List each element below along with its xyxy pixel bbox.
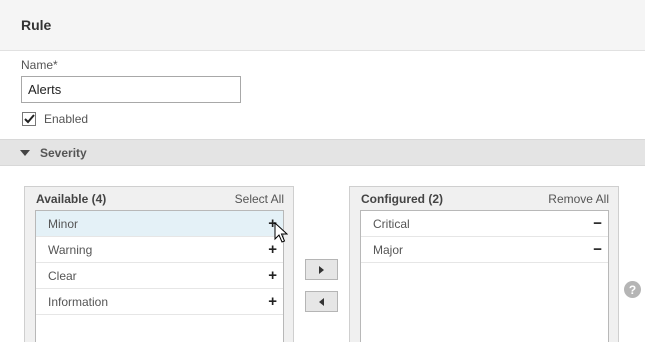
enabled-checkbox[interactable] <box>22 111 36 126</box>
remove-icon[interactable]: − <box>593 242 602 257</box>
list-item-label: Warning <box>48 242 93 257</box>
add-icon[interactable]: + <box>268 216 277 231</box>
list-item[interactable]: Major − <box>361 237 608 263</box>
arrow-left-icon <box>319 297 324 306</box>
section-title: Severity <box>40 145 87 160</box>
list-item[interactable]: Minor + <box>36 211 283 237</box>
severity-section-header[interactable]: Severity <box>0 139 645 166</box>
list-item-label: Information <box>48 294 109 309</box>
add-icon[interactable]: + <box>268 268 277 283</box>
name-field-label: Name* <box>21 58 58 72</box>
list-item[interactable]: Warning + <box>36 237 283 263</box>
remove-all-link[interactable]: Remove All <box>548 192 609 206</box>
enabled-label: Enabled <box>44 111 89 126</box>
configured-panel: Configured (2) Remove All Critical − Maj… <box>349 186 619 342</box>
checkmark-icon <box>23 113 35 123</box>
configured-title: Configured (2) <box>361 192 443 206</box>
add-icon[interactable]: + <box>268 242 277 257</box>
available-title: Available (4) <box>36 192 107 206</box>
list-item[interactable]: Information + <box>36 289 283 315</box>
arrow-right-icon <box>319 265 324 274</box>
remove-icon[interactable]: − <box>593 216 602 231</box>
list-item[interactable]: Clear + <box>36 263 283 289</box>
move-left-button[interactable] <box>305 291 338 312</box>
enabled-row[interactable]: Enabled <box>22 111 88 126</box>
available-list: Minor + Warning + Clear + Information + <box>35 210 284 342</box>
list-item-label: Major <box>373 242 404 257</box>
configured-list: Critical − Major − <box>360 210 609 342</box>
page-title: Rule <box>21 17 52 33</box>
list-item-label: Critical <box>373 216 410 231</box>
list-item-label: Clear <box>48 268 77 283</box>
add-icon[interactable]: + <box>268 294 277 309</box>
move-right-button[interactable] <box>305 259 338 280</box>
available-panel: Available (4) Select All Minor + Warning… <box>24 186 294 342</box>
list-item[interactable]: Critical − <box>361 211 608 237</box>
name-input[interactable] <box>21 76 241 103</box>
help-icon[interactable]: ? <box>624 281 641 298</box>
available-panel-header: Available (4) Select All <box>36 192 284 208</box>
select-all-link[interactable]: Select All <box>235 192 284 206</box>
configured-panel-header: Configured (2) Remove All <box>361 192 609 208</box>
list-item-label: Minor <box>48 216 79 231</box>
page-header: Rule <box>0 0 645 51</box>
caret-down-icon[interactable] <box>20 149 30 156</box>
